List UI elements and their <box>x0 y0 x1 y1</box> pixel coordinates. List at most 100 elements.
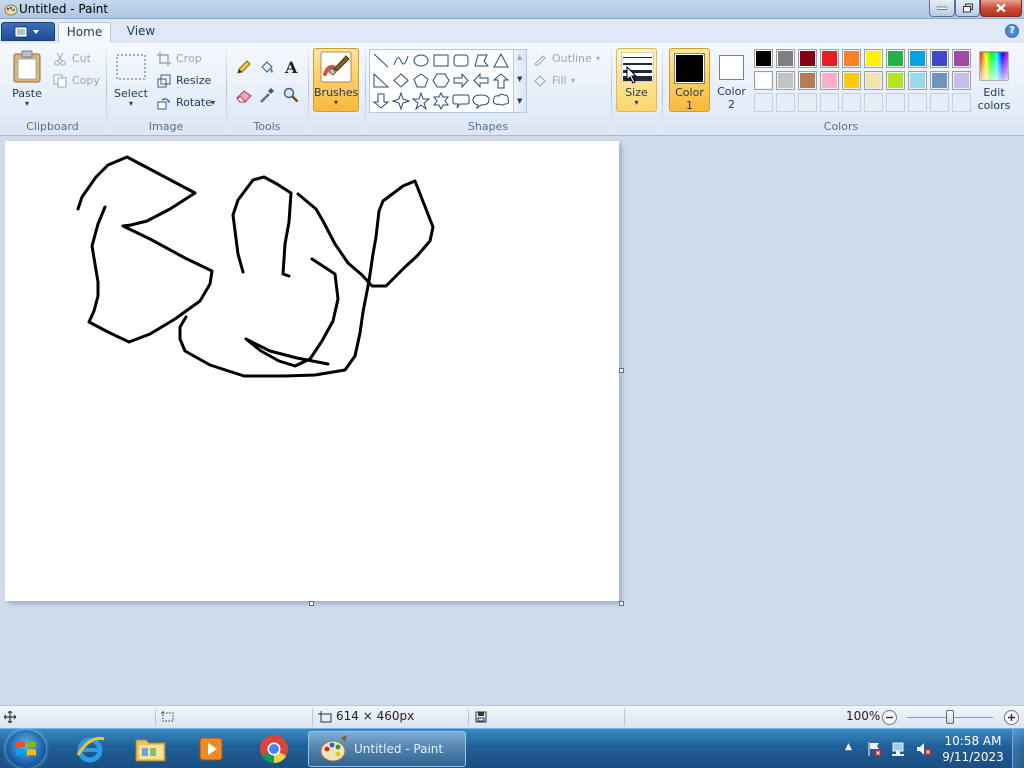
copy-button[interactable]: Copy <box>53 72 103 90</box>
paste-button[interactable]: Paste ▾ <box>6 48 48 114</box>
palette-color-swatch[interactable] <box>820 71 839 90</box>
zoom-slider[interactable] <box>907 710 993 724</box>
cloud-callout-shape[interactable] <box>491 91 511 110</box>
action-center-flag-icon[interactable] <box>866 741 882 757</box>
tab-view[interactable]: View <box>116 22 166 43</box>
clock-time[interactable]: 10:58 AM <box>941 734 1005 748</box>
oval-callout-shape[interactable] <box>471 91 491 110</box>
palette-color-swatch[interactable] <box>930 49 949 68</box>
paste-dropdown-arrow[interactable]: ▾ <box>6 99 48 108</box>
rotate-dropdown-arrow[interactable]: ▾ <box>211 94 215 112</box>
brushes-dropdown-arrow[interactable]: ▾ <box>314 98 358 107</box>
six-point-star-shape[interactable] <box>431 91 451 110</box>
palette-custom-slot[interactable] <box>842 93 861 112</box>
palette-color-swatch[interactable] <box>776 49 795 68</box>
zoom-in-button[interactable] <box>1004 710 1019 725</box>
paint-app-icon[interactable] <box>4 2 18 16</box>
rotate-button[interactable]: Rotate ▾ <box>157 94 222 112</box>
hexagon-shape[interactable] <box>431 71 451 90</box>
clock-date[interactable]: 9/11/2023 <box>941 750 1005 764</box>
palette-color-swatch[interactable] <box>952 71 971 90</box>
palette-custom-slot[interactable] <box>930 93 949 112</box>
magnifier-tool[interactable] <box>280 84 301 105</box>
palette-color-swatch[interactable] <box>886 71 905 90</box>
taskbar-file-explorer[interactable] <box>127 731 175 767</box>
outline-dropdown-arrow[interactable]: ▾ <box>596 50 600 68</box>
line-shape[interactable] <box>371 51 391 70</box>
outline-button[interactable]: Outline ▾ <box>533 50 603 68</box>
minimize-button[interactable] <box>929 0 955 17</box>
curve-shape[interactable] <box>391 51 411 70</box>
palette-color-swatch[interactable] <box>908 71 927 90</box>
palette-custom-slot[interactable] <box>820 93 839 112</box>
palette-color-swatch[interactable] <box>798 49 817 68</box>
rounded-callout-shape[interactable] <box>451 91 471 110</box>
taskbar-media-player[interactable] <box>188 731 236 767</box>
help-icon[interactable]: ? <box>1005 24 1019 38</box>
palette-color-swatch[interactable] <box>842 49 861 68</box>
color1-button[interactable]: Color 1 <box>669 48 710 112</box>
palette-custom-slot[interactable] <box>908 93 927 112</box>
cut-button[interactable]: Cut <box>53 50 103 68</box>
text-tool[interactable]: A <box>280 56 301 77</box>
select-button[interactable]: Select ▾ <box>112 48 150 114</box>
drawing-canvas[interactable] <box>5 141 619 601</box>
up-arrow-shape[interactable] <box>491 71 511 90</box>
palette-custom-slot[interactable] <box>776 93 795 112</box>
pencil-tool[interactable] <box>233 56 254 77</box>
paint-menu-button[interactable] <box>1 22 55 41</box>
rectangle-shape[interactable] <box>431 51 451 70</box>
palette-color-swatch[interactable] <box>820 49 839 68</box>
left-arrow-shape[interactable] <box>471 71 491 90</box>
palette-custom-slot[interactable] <box>886 93 905 112</box>
four-point-star-shape[interactable] <box>391 91 411 110</box>
show-desktop-button[interactable] <box>1012 729 1024 768</box>
brushes-button[interactable]: Brushes ▾ <box>313 48 359 112</box>
palette-color-swatch[interactable] <box>908 49 927 68</box>
rounded-rectangle-shape[interactable] <box>451 51 471 70</box>
diamond-shape[interactable] <box>391 71 411 90</box>
triangle-shape[interactable] <box>491 51 511 70</box>
taskbar-internet-explorer[interactable] <box>66 731 114 767</box>
right-triangle-shape[interactable] <box>371 71 391 90</box>
palette-custom-slot[interactable] <box>754 93 773 112</box>
network-icon[interactable] <box>891 741 907 757</box>
palette-color-swatch[interactable] <box>754 49 773 68</box>
start-button[interactable] <box>6 730 46 768</box>
right-arrow-shape[interactable] <box>451 71 471 90</box>
edit-colors-button[interactable]: Edit colors <box>975 48 1013 112</box>
color-picker-tool[interactable] <box>256 84 277 105</box>
zoom-out-button[interactable] <box>882 710 897 725</box>
palette-color-swatch[interactable] <box>886 49 905 68</box>
fill-dropdown-arrow[interactable]: ▾ <box>571 72 575 90</box>
palette-color-swatch[interactable] <box>864 71 883 90</box>
palette-custom-slot[interactable] <box>952 93 971 112</box>
palette-color-swatch[interactable] <box>776 71 795 90</box>
palette-color-swatch[interactable] <box>842 71 861 90</box>
palette-color-swatch[interactable] <box>864 49 883 68</box>
oval-shape[interactable] <box>411 51 431 70</box>
select-dropdown-arrow[interactable]: ▾ <box>112 99 150 108</box>
restore-button[interactable] <box>955 0 980 17</box>
palette-color-swatch[interactable] <box>798 71 817 90</box>
palette-color-swatch[interactable] <box>930 71 949 90</box>
volume-muted-icon[interactable] <box>916 741 932 757</box>
five-point-star-shape[interactable] <box>411 91 431 110</box>
pentagon-shape[interactable] <box>411 71 431 90</box>
palette-custom-slot[interactable] <box>798 93 817 112</box>
zoom-slider-thumb[interactable] <box>946 710 954 724</box>
eraser-tool[interactable] <box>233 84 254 105</box>
color2-button[interactable]: Color 2 <box>713 48 750 112</box>
polygon-shape[interactable] <box>471 51 491 70</box>
scroll-up-arrow[interactable]: ▲ <box>517 53 522 61</box>
resize-handle-right[interactable] <box>619 368 624 373</box>
show-hidden-icons-button[interactable]: ▲ <box>845 742 852 752</box>
size-dropdown-arrow[interactable]: ▾ <box>617 98 656 107</box>
resize-button[interactable]: Resize <box>157 72 212 90</box>
shapes-gallery-scroll[interactable]: ▲ ▼ ▼ <box>513 49 527 113</box>
gallery-expand-arrow[interactable]: ▼ <box>517 97 522 105</box>
tab-home[interactable]: Home <box>58 22 111 43</box>
fill-tool[interactable] <box>256 56 277 77</box>
down-arrow-shape[interactable] <box>371 91 391 110</box>
palette-custom-slot[interactable] <box>864 93 883 112</box>
